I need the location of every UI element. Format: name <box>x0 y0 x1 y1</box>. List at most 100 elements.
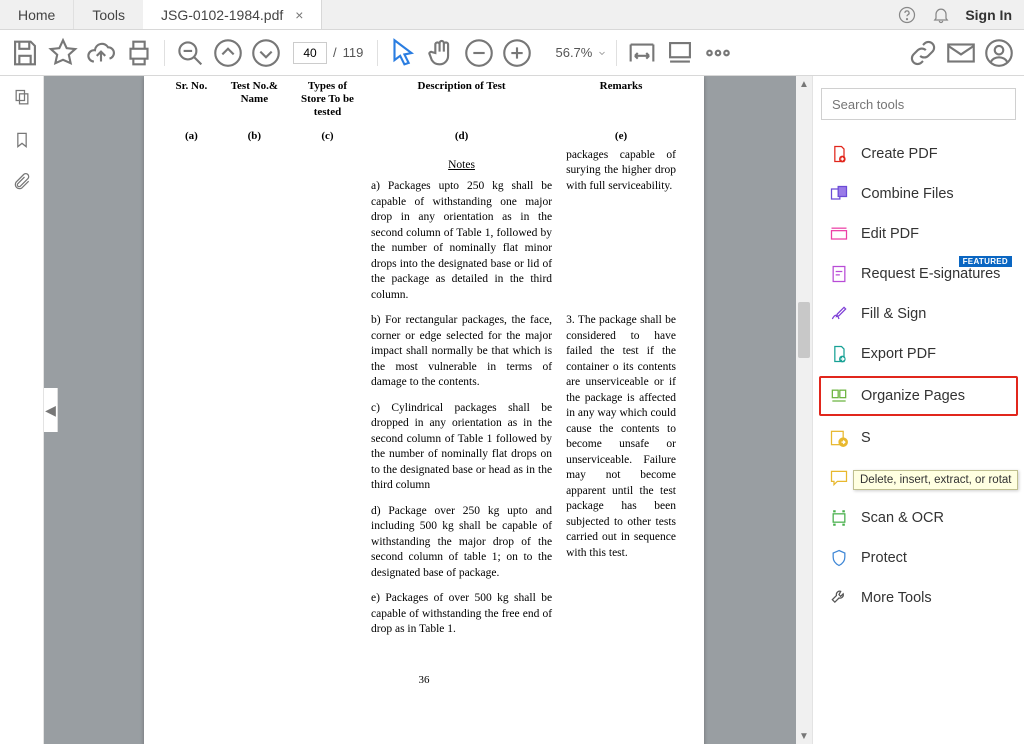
zoom-out-icon[interactable] <box>462 36 496 70</box>
tool-organize-pages[interactable]: Organize Pages <box>819 376 1018 416</box>
tool-scan-ocr[interactable]: Scan & OCR <box>821 498 1016 538</box>
vertical-scrollbar[interactable]: ▲ ▼ <box>796 76 812 744</box>
share-link-icon[interactable] <box>906 36 940 70</box>
featured-badge: FEATURED <box>959 256 1012 267</box>
zoom-dropdown-icon[interactable] <box>596 43 608 63</box>
col-sub: (b) <box>219 124 290 142</box>
scroll-down-icon[interactable]: ▼ <box>796 728 812 744</box>
col-header: Test No.& Name <box>219 78 290 122</box>
tool-label: S <box>861 430 871 446</box>
tool-label: Organize Pages <box>861 388 965 404</box>
expand-left-icon[interactable]: ◀ <box>44 388 58 432</box>
remarks-top: packages capable of surying the higher d… <box>560 144 682 308</box>
tool-export-pdf[interactable]: Export PDF <box>821 334 1016 374</box>
col-sub: (d) <box>365 124 558 142</box>
tool-label: Protect <box>861 550 907 566</box>
combine-files-icon <box>829 184 849 204</box>
create-pdf-icon <box>829 144 849 164</box>
save-icon[interactable] <box>8 36 42 70</box>
tool-combine-files[interactable]: Combine Files <box>821 174 1016 214</box>
export-pdf-icon <box>829 344 849 364</box>
tab-document[interactable]: JSG-0102-1984.pdf × <box>143 0 322 29</box>
tool-label: Create PDF <box>861 146 938 162</box>
tool-label: Combine Files <box>861 186 954 202</box>
scan-ocr-icon <box>829 508 849 528</box>
tool-edit-pdf[interactable]: Edit PDF <box>821 214 1016 254</box>
more-tools-icon <box>829 588 849 608</box>
tool-create-pdf[interactable]: Create PDF <box>821 134 1016 174</box>
search-tools-input[interactable] <box>821 88 1016 120</box>
page-up-icon[interactable] <box>211 36 245 70</box>
scroll-up-icon[interactable]: ▲ <box>796 76 812 92</box>
col-header: Description of Test <box>365 78 558 122</box>
tool-label: Fill & Sign <box>861 306 926 322</box>
tab-bar: Home Tools JSG-0102-1984.pdf × Sign In <box>0 0 1024 30</box>
page-current-input[interactable] <box>293 42 327 64</box>
remarks-long: 3. The package shall be considered to ha… <box>560 309 682 642</box>
page-down-icon[interactable] <box>249 36 283 70</box>
bell-icon[interactable] <box>931 5 951 25</box>
star-icon[interactable] <box>46 36 80 70</box>
bookmark-icon[interactable] <box>12 130 32 150</box>
toolbar: / 119 56.7% <box>0 30 1024 76</box>
tool-request-esignatures[interactable]: FEATURED Request E-signatures <box>821 254 1016 294</box>
account-icon[interactable] <box>982 36 1016 70</box>
para-a: a) Packages upto 250 kg shall be capable… <box>371 179 552 303</box>
page-number: 36 <box>164 644 684 686</box>
attachment-icon[interactable] <box>12 172 32 192</box>
tool-send-comments[interactable]: S <box>821 418 1016 458</box>
pdf-page: Sr. No. Test No.& Name Types of Store To… <box>144 76 704 744</box>
edit-pdf-icon <box>829 224 849 244</box>
col-sub: (e) <box>560 124 682 142</box>
comment-icon <box>829 468 849 488</box>
zoom-out-find-icon[interactable] <box>173 36 207 70</box>
para-c: c) Cylindrical packages shall be dropped… <box>365 397 558 498</box>
tool-fill-sign[interactable]: Fill & Sign <box>821 294 1016 334</box>
tooltip: Delete, insert, extract, or rotat <box>853 470 1018 490</box>
tab-tools[interactable]: Tools <box>74 0 143 29</box>
col-header: Sr. No. <box>166 78 217 122</box>
send-comments-icon <box>829 428 849 448</box>
para-b: b) For rectangular packages, the face, c… <box>365 309 558 395</box>
email-icon[interactable] <box>944 36 978 70</box>
scroll-thumb[interactable] <box>798 302 810 358</box>
left-rail <box>0 76 44 744</box>
tool-label: Request E-signatures <box>861 266 1000 282</box>
fill-sign-icon <box>829 304 849 324</box>
close-icon[interactable]: × <box>295 7 303 23</box>
col-header: Remarks <box>560 78 682 122</box>
tool-label: Scan & OCR <box>861 510 944 526</box>
thumbnails-icon[interactable] <box>12 88 32 108</box>
tool-label: More Tools <box>861 590 932 606</box>
page-total: 119 <box>343 45 364 60</box>
fit-width-icon[interactable] <box>625 36 659 70</box>
protect-icon <box>829 548 849 568</box>
organize-pages-icon <box>829 386 849 406</box>
tool-label: Export PDF <box>861 346 936 362</box>
tool-more-tools[interactable]: More Tools <box>821 578 1016 618</box>
zoom-in-icon[interactable] <box>500 36 534 70</box>
selection-arrow-icon[interactable] <box>386 36 420 70</box>
para-e: e) Packages of over 500 kg shall be capa… <box>365 587 558 642</box>
para-d: d) Package over 250 kg upto and includin… <box>365 500 558 586</box>
print-icon[interactable] <box>122 36 156 70</box>
tools-panel: Create PDF Combine Files Edit PDF FEATUR… <box>812 76 1024 744</box>
tab-document-label: JSG-0102-1984.pdf <box>161 7 283 23</box>
sign-in-button[interactable]: Sign In <box>965 7 1012 23</box>
help-icon[interactable] <box>897 5 917 25</box>
col-header: Types of Store To be tested <box>292 78 363 122</box>
tool-protect[interactable]: Protect <box>821 538 1016 578</box>
more-icon[interactable] <box>701 36 735 70</box>
col-sub: (c) <box>292 124 363 142</box>
notes-heading: Notes <box>371 148 552 180</box>
esign-icon <box>829 264 849 284</box>
tool-label: Edit PDF <box>861 226 919 242</box>
hand-pan-icon[interactable] <box>424 36 458 70</box>
document-area: ◀ ▶ Sr. No. Test No.& Name Types of Stor… <box>44 76 812 744</box>
col-sub: (a) <box>166 124 217 142</box>
fit-page-icon[interactable] <box>663 36 697 70</box>
zoom-value: 56.7% <box>548 45 592 60</box>
tab-home[interactable]: Home <box>0 0 74 29</box>
cloud-upload-icon[interactable] <box>84 36 118 70</box>
page-sep: / <box>333 45 337 60</box>
